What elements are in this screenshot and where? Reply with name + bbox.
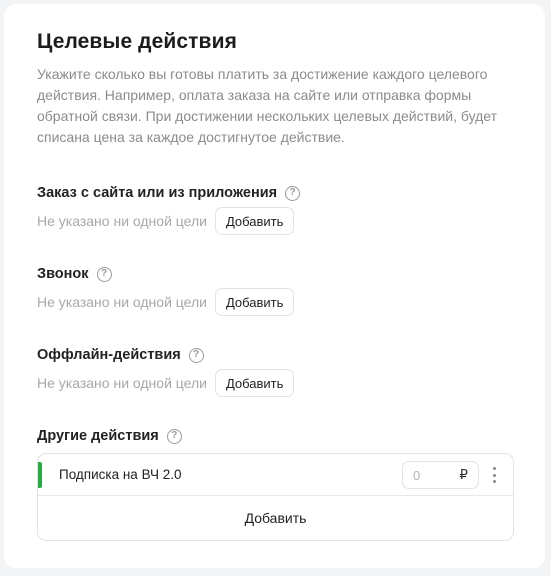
ruble-icon: ₽ xyxy=(459,467,468,482)
page-description: Укажите сколько вы готовы платить за дос… xyxy=(37,66,498,145)
add-offline-goal-button[interactable]: Добавить xyxy=(214,369,295,397)
section-order-label: Заказ с сайта или из приложения xyxy=(37,185,278,201)
add-order-goal-button[interactable]: Добавить xyxy=(214,207,295,235)
active-goal-indicator xyxy=(38,462,42,488)
help-icon[interactable]: ? xyxy=(188,347,204,363)
goal-name: Подписка на ВЧ 2.0 xyxy=(59,467,182,482)
empty-goals-text: Не указано ни одной цели xyxy=(37,294,207,310)
help-icon[interactable]: ? xyxy=(166,428,182,444)
kebab-dot xyxy=(492,473,496,477)
section-other-heading: Другие действия ? xyxy=(37,428,182,444)
add-call-goal-button[interactable]: Добавить xyxy=(214,288,295,316)
goal-row: Подписка на ВЧ 2.0 0 ₽ xyxy=(38,454,513,496)
more-options-icon[interactable] xyxy=(489,467,499,483)
page-title: Целевые действия xyxy=(37,30,237,53)
goal-price-input[interactable]: 0 ₽ xyxy=(402,461,479,489)
other-goals-list: Подписка на ВЧ 2.0 0 ₽ Добавить xyxy=(37,453,514,541)
goal-price-value: 0 xyxy=(413,467,421,483)
section-offline-heading: Оффлайн-действия ? xyxy=(37,347,204,363)
add-other-goal-button[interactable]: Добавить xyxy=(38,496,513,540)
section-call-label: Звонок xyxy=(37,266,89,282)
section-call-row: Не указано ни одной цели Добавить xyxy=(37,288,295,316)
section-order-row: Не указано ни одной цели Добавить xyxy=(37,207,295,235)
kebab-dot xyxy=(492,467,496,470)
section-order-heading: Заказ с сайта или из приложения ? xyxy=(37,185,301,201)
empty-goals-text: Не указано ни одной цели xyxy=(37,375,207,391)
section-other-label: Другие действия xyxy=(37,428,159,444)
help-icon[interactable]: ? xyxy=(285,185,301,201)
kebab-dot xyxy=(492,480,496,483)
help-icon[interactable]: ? xyxy=(96,266,112,282)
section-offline-row: Не указано ни одной цели Добавить xyxy=(37,369,295,397)
section-offline-label: Оффлайн-действия xyxy=(37,347,181,363)
empty-goals-text: Не указано ни одной цели xyxy=(37,213,207,229)
target-actions-card: Целевые действия Укажите сколько вы гото… xyxy=(4,4,545,568)
section-call-heading: Звонок ? xyxy=(37,266,112,282)
